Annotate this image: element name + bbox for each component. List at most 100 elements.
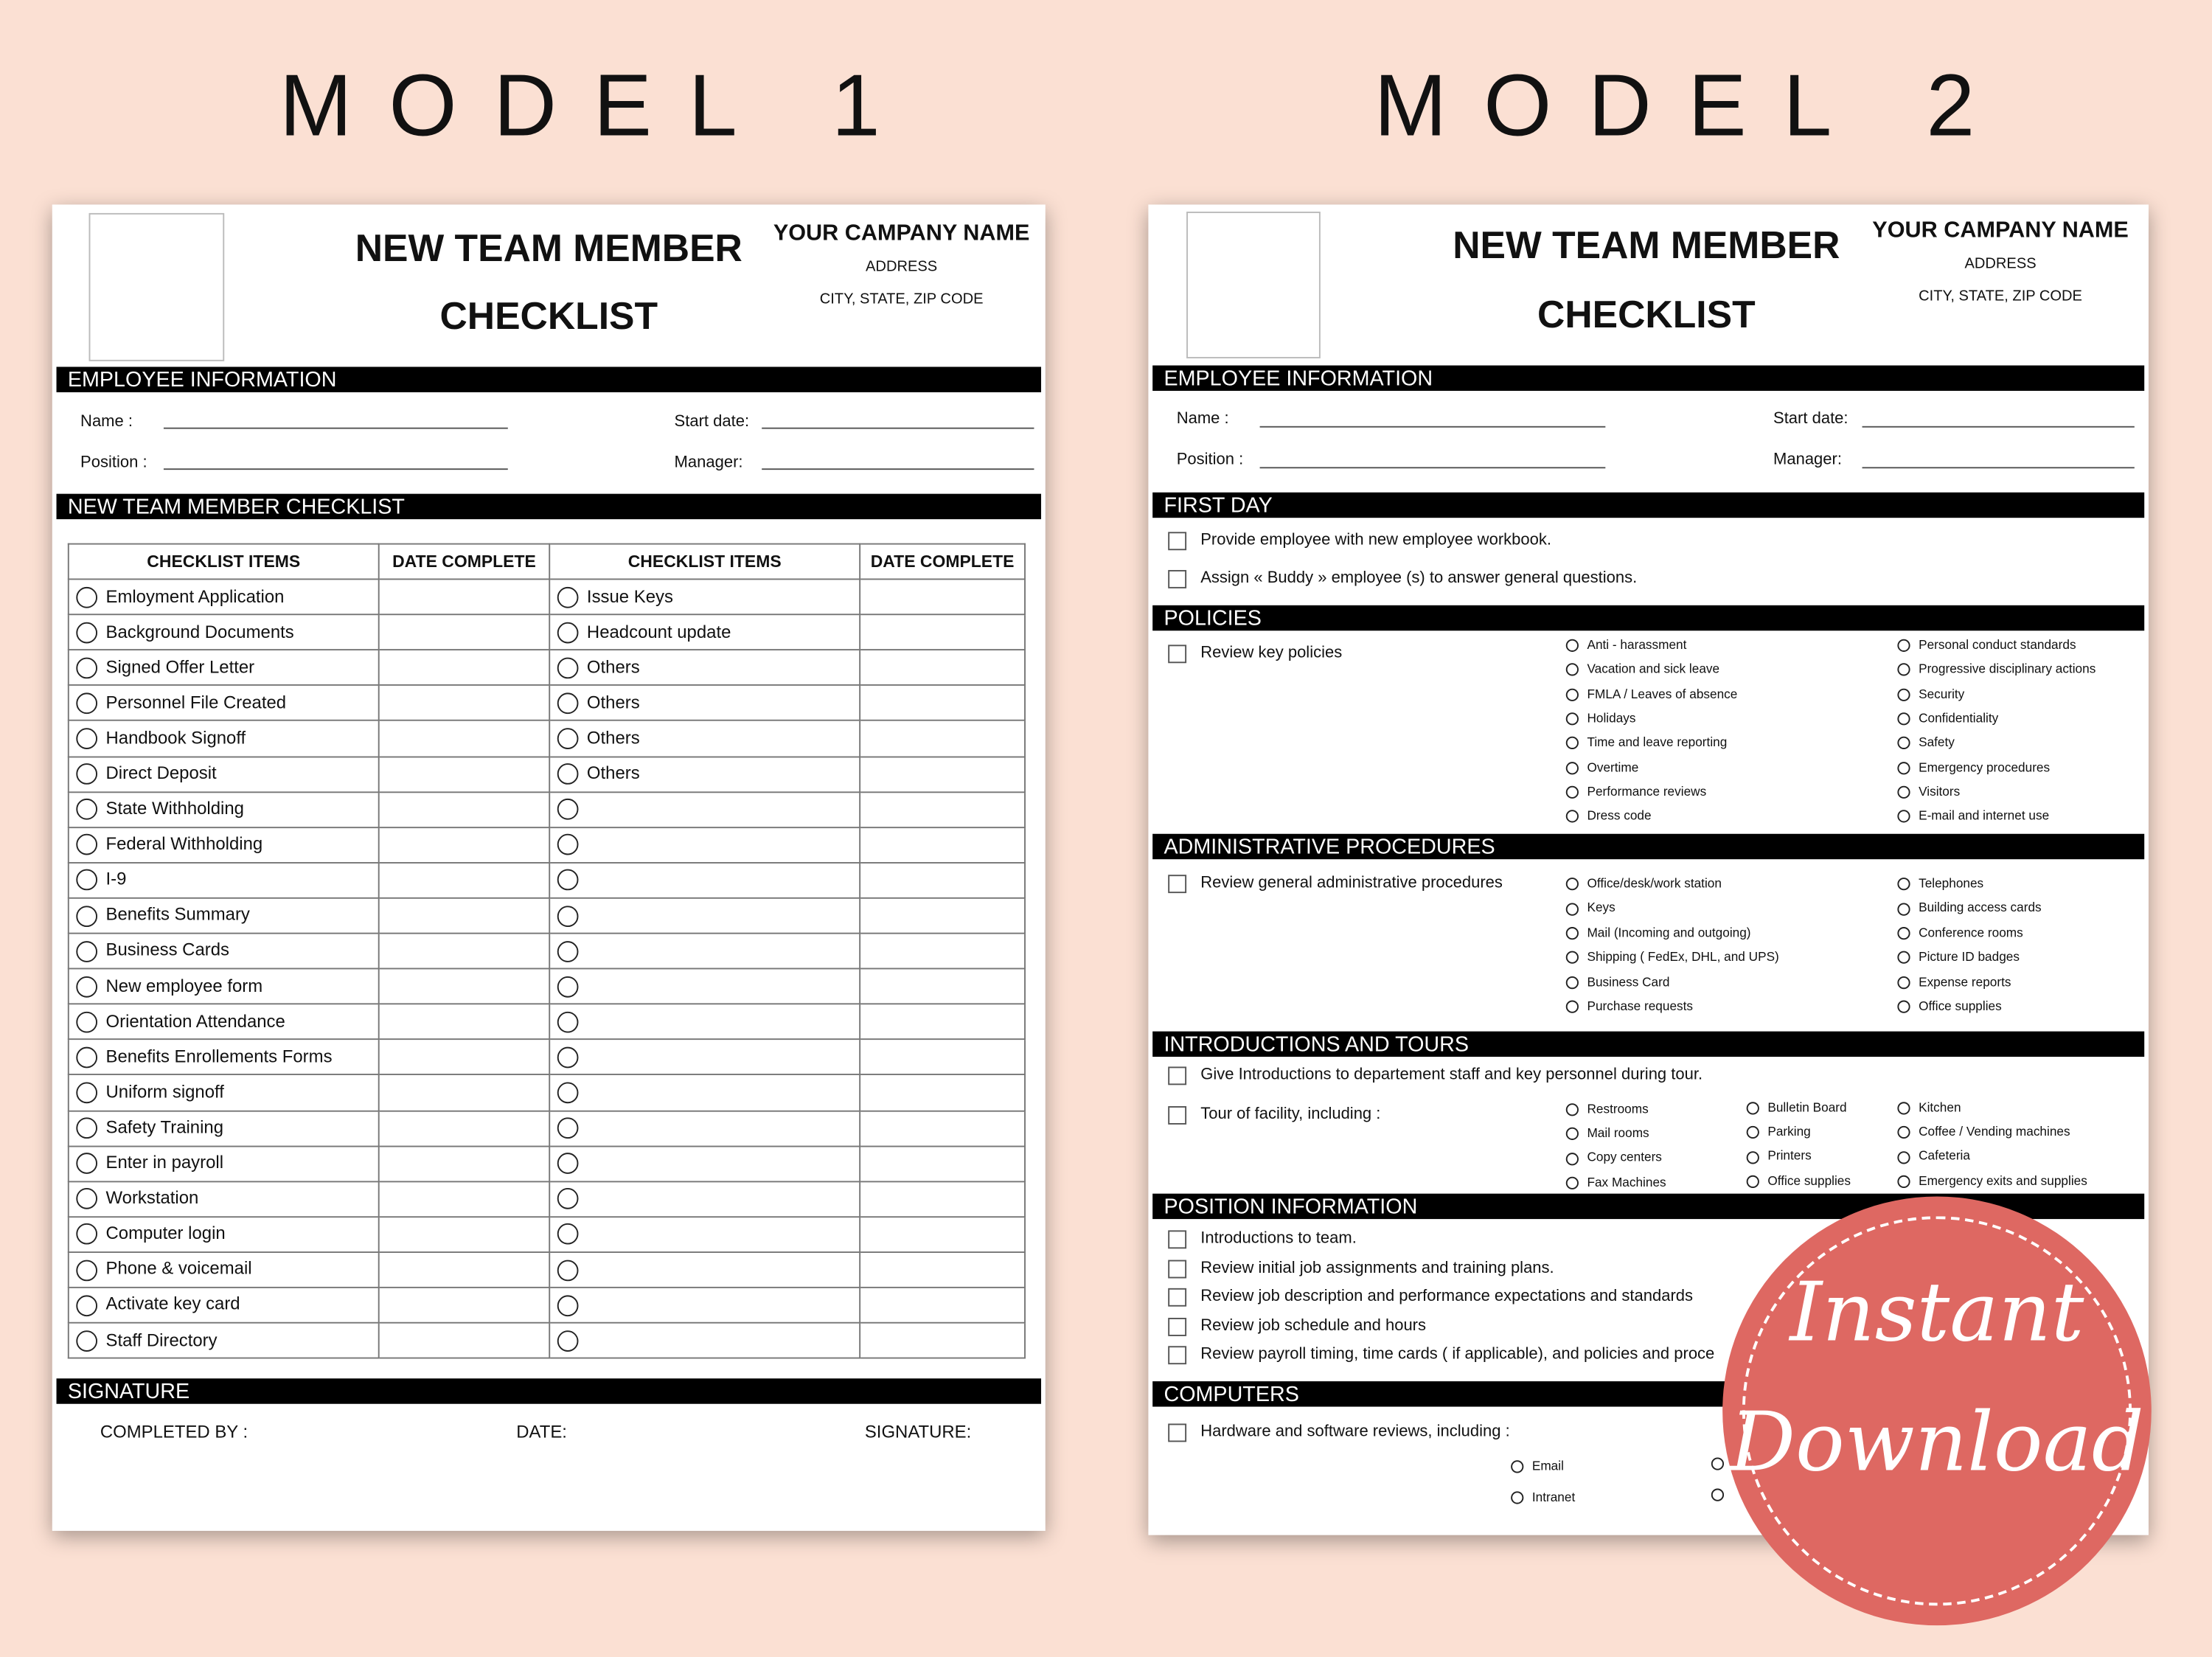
radio-circle[interactable] xyxy=(557,657,579,679)
radio-circle[interactable] xyxy=(557,869,579,892)
manager-field[interactable] xyxy=(1862,467,2135,469)
date-complete-cell[interactable] xyxy=(378,968,551,1005)
radio-circle[interactable] xyxy=(1565,810,1579,823)
radio-circle[interactable] xyxy=(557,1082,579,1104)
radio-circle[interactable] xyxy=(76,1117,98,1139)
date-complete-cell[interactable] xyxy=(859,861,1026,899)
radio-circle[interactable] xyxy=(1897,639,1910,653)
radio-circle[interactable] xyxy=(557,692,579,715)
radio-circle[interactable] xyxy=(1897,1150,1910,1164)
radio-circle[interactable] xyxy=(557,905,579,927)
name-field[interactable] xyxy=(163,427,508,429)
date-complete-cell[interactable] xyxy=(859,1144,1026,1182)
position-task-checkbox[interactable] xyxy=(1168,1230,1187,1249)
date-complete-cell[interactable] xyxy=(378,1215,551,1253)
radio-circle[interactable] xyxy=(1897,902,1910,915)
date-complete-cell[interactable] xyxy=(378,1038,551,1076)
date-complete-cell[interactable] xyxy=(859,720,1026,757)
radio-circle[interactable] xyxy=(76,1223,98,1246)
radio-circle[interactable] xyxy=(1565,639,1579,653)
radio-circle[interactable] xyxy=(76,763,98,785)
radio-circle[interactable] xyxy=(1565,664,1579,677)
give-introductions-checkbox[interactable] xyxy=(1168,1066,1187,1085)
date-complete-cell[interactable] xyxy=(378,932,551,970)
review-policies-checkbox[interactable] xyxy=(1168,645,1187,664)
position-field[interactable] xyxy=(1259,467,1606,469)
radio-circle[interactable] xyxy=(76,586,98,608)
radio-circle[interactable] xyxy=(76,1082,98,1104)
date-complete-cell[interactable] xyxy=(378,1321,551,1359)
radio-circle[interactable] xyxy=(557,1259,579,1281)
radio-circle[interactable] xyxy=(1897,664,1910,677)
position-task-checkbox[interactable] xyxy=(1168,1346,1187,1365)
radio-circle[interactable] xyxy=(1897,737,1910,750)
date-complete-cell[interactable] xyxy=(378,1251,551,1288)
date-complete-cell[interactable] xyxy=(859,932,1026,970)
date-complete-cell[interactable] xyxy=(378,1144,551,1182)
date-complete-cell[interactable] xyxy=(378,578,551,616)
position-field[interactable] xyxy=(163,468,508,470)
date-complete-cell[interactable] xyxy=(859,1251,1026,1288)
radio-circle[interactable] xyxy=(557,834,579,856)
date-complete-cell[interactable] xyxy=(859,1074,1026,1111)
date-complete-cell[interactable] xyxy=(859,968,1026,1005)
radio-circle[interactable] xyxy=(1565,785,1579,799)
radio-circle[interactable] xyxy=(1565,1152,1579,1165)
radio-circle[interactable] xyxy=(557,940,579,962)
radio-circle[interactable] xyxy=(76,1188,98,1210)
radio-circle[interactable] xyxy=(1897,688,1910,701)
date-complete-cell[interactable] xyxy=(859,614,1026,651)
date-complete-cell[interactable] xyxy=(859,578,1026,616)
radio-circle[interactable] xyxy=(1565,1103,1579,1116)
radio-circle[interactable] xyxy=(1897,761,1910,774)
radio-circle[interactable] xyxy=(557,1011,579,1033)
date-complete-cell[interactable] xyxy=(859,826,1026,864)
radio-circle[interactable] xyxy=(76,1330,98,1352)
position-task-checkbox[interactable] xyxy=(1168,1288,1187,1307)
radio-circle[interactable] xyxy=(557,622,579,644)
radio-circle[interactable] xyxy=(1897,926,1910,940)
radio-circle[interactable] xyxy=(76,1259,98,1281)
date-complete-cell[interactable] xyxy=(378,1074,551,1111)
radio-circle[interactable] xyxy=(76,1046,98,1069)
radio-circle[interactable] xyxy=(1897,1000,1910,1013)
radio-circle[interactable] xyxy=(76,940,98,962)
radio-circle[interactable] xyxy=(76,1294,98,1316)
date-complete-cell[interactable] xyxy=(378,791,551,828)
manager-field[interactable] xyxy=(762,468,1034,470)
radio-circle[interactable] xyxy=(1897,712,1910,726)
name-field[interactable] xyxy=(1259,425,1606,428)
date-complete-cell[interactable] xyxy=(859,791,1026,828)
date-complete-cell[interactable] xyxy=(859,755,1026,793)
date-complete-cell[interactable] xyxy=(859,684,1026,722)
radio-circle[interactable] xyxy=(1897,1126,1910,1139)
radio-circle[interactable] xyxy=(76,657,98,679)
radio-circle[interactable] xyxy=(1511,1491,1524,1504)
radio-circle[interactable] xyxy=(1565,737,1579,750)
start-date-field[interactable] xyxy=(762,427,1034,429)
radio-circle[interactable] xyxy=(76,1153,98,1175)
radio-circle[interactable] xyxy=(76,976,98,998)
date-complete-cell[interactable] xyxy=(859,1109,1026,1147)
radio-circle[interactable] xyxy=(1565,878,1579,891)
radio-circle[interactable] xyxy=(1565,1128,1579,1141)
radio-circle[interactable] xyxy=(557,1188,579,1210)
date-complete-cell[interactable] xyxy=(378,826,551,864)
radio-circle[interactable] xyxy=(1746,1102,1759,1115)
radio-circle[interactable] xyxy=(1565,712,1579,726)
radio-circle[interactable] xyxy=(557,728,579,750)
radio-circle[interactable] xyxy=(557,1117,579,1139)
date-complete-cell[interactable] xyxy=(378,861,551,899)
date-complete-cell[interactable] xyxy=(378,1109,551,1147)
radio-circle[interactable] xyxy=(557,1046,579,1069)
radio-circle[interactable] xyxy=(557,1294,579,1316)
radio-circle[interactable] xyxy=(76,692,98,715)
radio-circle[interactable] xyxy=(557,1153,579,1175)
radio-circle[interactable] xyxy=(1565,976,1579,989)
date-complete-cell[interactable] xyxy=(378,1003,551,1041)
radio-circle[interactable] xyxy=(1746,1150,1759,1164)
radio-circle[interactable] xyxy=(557,1330,579,1352)
radio-circle[interactable] xyxy=(76,869,98,892)
first-day-task-checkbox[interactable] xyxy=(1168,532,1187,551)
radio-circle[interactable] xyxy=(76,834,98,856)
